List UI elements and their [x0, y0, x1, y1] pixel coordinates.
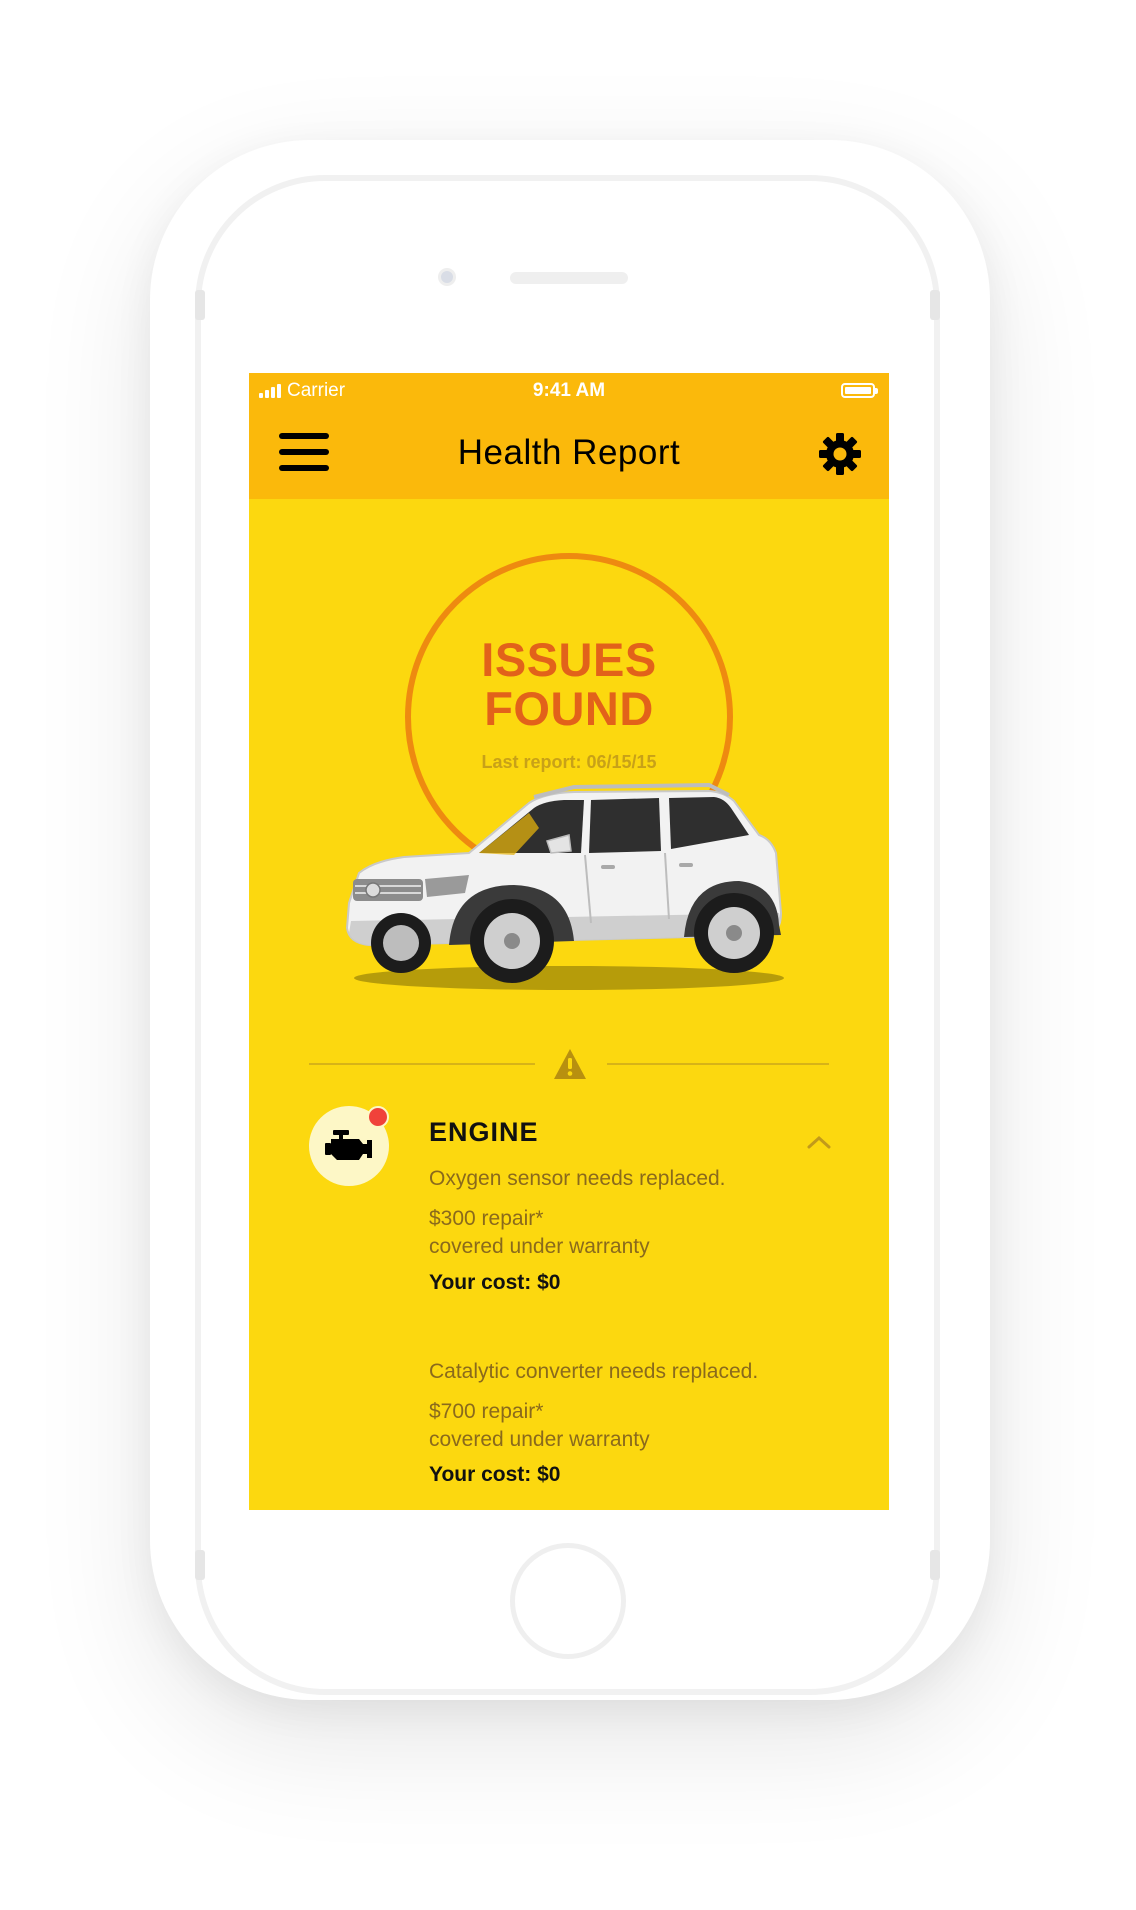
- issue-repair-cost: $300 repair*: [429, 1207, 544, 1230]
- home-button[interactable]: [510, 1543, 626, 1659]
- alert-indicator: [367, 1106, 389, 1128]
- page-title: Health Report: [457, 433, 681, 472]
- warning-icon: [554, 1049, 586, 1079]
- earpiece-speaker: [510, 272, 628, 284]
- last-report-date: Last report: 06/15/15: [481, 752, 657, 772]
- issue-coverage: covered under warranty: [429, 1235, 650, 1258]
- app-screen: Carrier 9:41 AM Health Report ISSUES FOU…: [249, 373, 889, 1510]
- issue-repair-cost: $700 repair*: [429, 1400, 544, 1423]
- report-status-line: FOUND: [484, 682, 654, 735]
- section-title: ENGINE: [429, 1117, 539, 1147]
- report-status: ISSUES FOUND: [405, 635, 733, 733]
- issue-description: Oxygen sensor needs replaced.: [429, 1167, 726, 1190]
- issue-coverage: covered under warranty: [429, 1428, 650, 1451]
- issue-description: Catalytic converter needs replaced.: [429, 1360, 759, 1383]
- status-time: 9:41 AM: [532, 380, 606, 401]
- car-image: [345, 782, 784, 990]
- front-camera: [438, 268, 456, 286]
- navigation-bar: Health Report: [249, 409, 889, 499]
- phone-side-button: [930, 1550, 940, 1580]
- battery-icon: [841, 383, 878, 398]
- phone-side-button: [195, 290, 205, 320]
- issue-your-cost: Your cost: $0: [429, 1463, 561, 1486]
- phone-side-button: [930, 290, 940, 320]
- issue-your-cost: Your cost: $0: [429, 1271, 561, 1294]
- settings-button[interactable]: [817, 431, 863, 477]
- divider: [607, 1063, 829, 1065]
- divider: [309, 1063, 535, 1065]
- phone-side-button: [195, 1550, 205, 1580]
- gear-icon: [819, 433, 861, 475]
- status-bar: Carrier 9:41 AM: [249, 373, 889, 409]
- engine-icon: [325, 1130, 372, 1160]
- chevron-up-icon[interactable]: [805, 1133, 833, 1151]
- report-status-line: ISSUES: [481, 633, 657, 686]
